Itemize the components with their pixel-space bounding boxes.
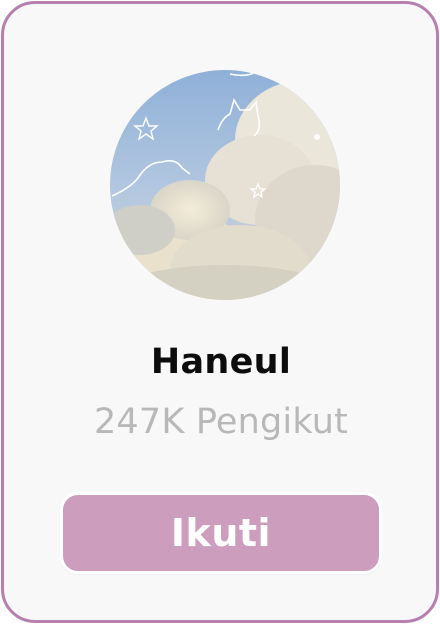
profile-name: Haneul (150, 342, 292, 382)
avatar (110, 70, 340, 300)
follow-button[interactable]: Ikuti (60, 492, 382, 574)
profile-card: Haneul 247K Pengikut Ikuti (1, 1, 439, 623)
follower-count: 247K Pengikut (93, 402, 349, 442)
follow-button-label: Ikuti (170, 511, 272, 555)
